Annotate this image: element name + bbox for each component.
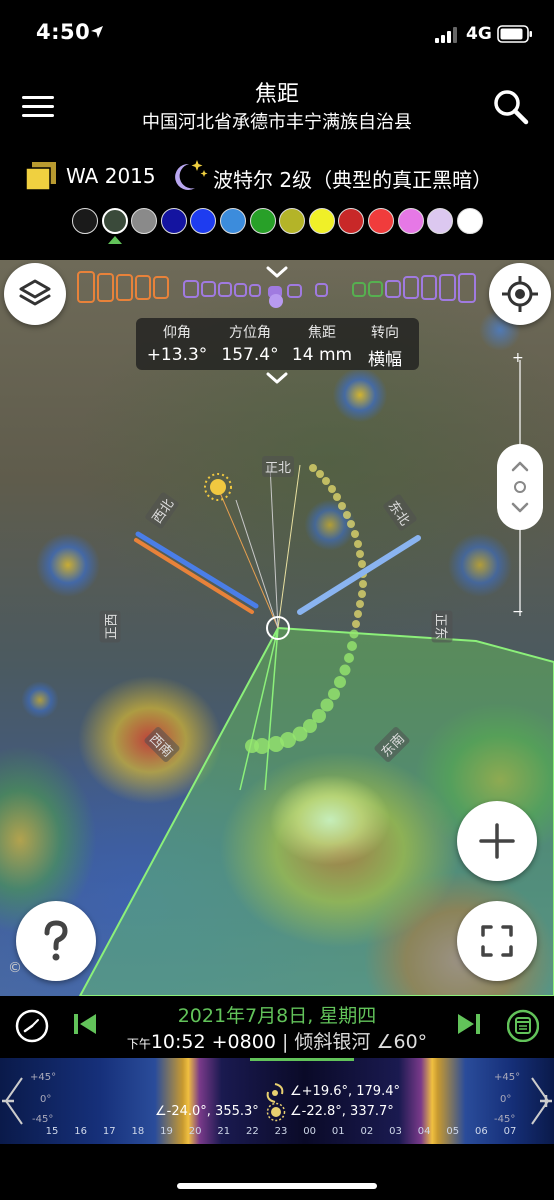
atlas-squares-icon[interactable] <box>26 162 58 192</box>
compass-west: 正西 <box>99 610 121 643</box>
galaxy-icon <box>266 1083 284 1103</box>
color-swatch-dark-gray[interactable] <box>101 208 128 234</box>
location-subtitle[interactable]: 中国河北省承德市丰宁满族自治县 <box>0 108 554 134</box>
timeline-hour-label: 07 <box>503 1126 517 1137</box>
question-icon <box>44 920 68 961</box>
timeline-hour-label: 06 <box>475 1126 488 1137</box>
color-swatch-white[interactable] <box>456 208 483 234</box>
location-arrow-icon <box>91 26 103 38</box>
search-icon[interactable] <box>492 88 530 126</box>
layers-button[interactable] <box>4 263 66 325</box>
color-swatch-lavender[interactable] <box>427 208 454 234</box>
timeline-hour-label: 01 <box>331 1126 345 1137</box>
timeline-current-marker <box>250 1058 354 1061</box>
timeline-hour-label: 16 <box>74 1126 87 1137</box>
timeline-strip[interactable]: +45° 0° -45° +45° 0° -45° ∠+19.6°, 179.4… <box>0 1058 554 1144</box>
selected-swatch-marker <box>108 236 122 244</box>
skip-forward-icon[interactable] <box>456 1012 482 1036</box>
timeline-left-mark-bot: -45° <box>32 1114 54 1125</box>
time-label: 10:52 +0800 <box>150 1031 276 1053</box>
color-swatch-pink[interactable] <box>397 208 424 234</box>
color-swatch-yellow[interactable] <box>308 208 335 234</box>
sky-overlay <box>78 464 554 996</box>
fullscreen-button[interactable] <box>457 901 537 981</box>
crosshair-icon <box>502 276 538 312</box>
timeline-left-mark-mid: 0° <box>40 1094 52 1105</box>
signal-icon <box>435 27 457 43</box>
layers-icon <box>19 279 51 306</box>
timeline-moon-reading: ∠-24.0°, 355.3° <box>155 1104 259 1119</box>
color-swatch-light-blue[interactable] <box>220 208 246 234</box>
timeline-hour-label: 20 <box>188 1126 202 1137</box>
zoom-track-plus: + <box>512 350 524 366</box>
slider-handle-icon <box>511 461 529 513</box>
timeline-right-mark-bot: -45° <box>494 1114 516 1125</box>
status-time: 4:50 <box>36 20 91 44</box>
color-swatch-navy[interactable] <box>160 208 187 234</box>
timeline-hour-label: 17 <box>102 1126 116 1137</box>
sun-icon <box>204 473 232 501</box>
help-button[interactable] <box>16 901 96 981</box>
timeline-hour-label: 15 <box>45 1126 59 1137</box>
calendar-icon[interactable] <box>507 1008 539 1042</box>
moon-stars-icon[interactable] <box>173 158 209 194</box>
home-indicator[interactable] <box>177 1183 377 1189</box>
plus-icon <box>479 823 515 859</box>
timeline-left-mark-top: +45° <box>30 1072 57 1083</box>
color-swatch-olive[interactable] <box>279 208 306 234</box>
network-type: 4G <box>466 24 492 44</box>
color-swatch-blue[interactable] <box>190 208 217 234</box>
header: 焦距 中国河北省承德市丰宁满族自治县 <box>0 68 554 148</box>
timeline-hour-label: 18 <box>131 1126 145 1137</box>
timeline-galaxy-reading: ∠+19.6°, 179.4° <box>290 1084 400 1099</box>
mode-label: | 倾斜银河 ∠60° <box>281 1031 428 1053</box>
timeline-hour-label: 21 <box>217 1126 231 1137</box>
color-swatch-green[interactable] <box>249 208 276 234</box>
timeline-hour-label: 19 <box>160 1126 173 1137</box>
ampm-label: 下午 <box>126 1037 151 1051</box>
light-pollution-filter-row: WA 2015 波特尔 2级（典型的真正黑暗） <box>26 158 536 198</box>
timeline-core-reading: ∠-22.8°, 337.7° <box>290 1104 394 1119</box>
color-swatch-gray[interactable] <box>131 208 158 234</box>
timeline-hour-label: 23 <box>274 1126 288 1137</box>
timeline-right-mark-mid: 0° <box>500 1094 512 1105</box>
timeline-hour-label: 22 <box>246 1126 259 1137</box>
timeline-right-mark-top: +45° <box>494 1072 521 1083</box>
color-swatch-red[interactable] <box>368 208 394 234</box>
timeline-hour-label: 02 <box>360 1126 374 1137</box>
map-attribution: © <box>8 960 22 976</box>
battery-icon <box>497 25 532 43</box>
bortle-scale-label[interactable]: 波特尔 2级（典型的真正黑暗） <box>213 164 492 193</box>
map-view[interactable]: 仰角 +13.3° 方位角 157.4° 焦距 14 mm 转向 横幅 正北 西… <box>0 260 554 996</box>
timeline-hour-label: 04 <box>417 1126 431 1137</box>
zoom-track-minus: − <box>512 604 524 620</box>
timeline-hour-label: 03 <box>389 1126 402 1137</box>
timeline-next-icon[interactable] <box>524 1074 554 1128</box>
fullscreen-icon <box>481 925 513 957</box>
compass-north: 正北 <box>262 456 295 477</box>
compass-east: 正东 <box>431 610 453 643</box>
time-control-bar: 2021年7月8日, 星期四 下午10:52 +0800 | 倾斜银河 ∠60° <box>0 996 554 1058</box>
timeline-hour-label: 05 <box>446 1126 460 1137</box>
zoom-in-button[interactable] <box>457 801 537 881</box>
page-title: 焦距 <box>254 82 299 107</box>
locate-button[interactable] <box>489 263 551 325</box>
color-swatch-black[interactable] <box>72 208 98 234</box>
color-swatch-dark-red[interactable] <box>338 208 365 234</box>
timeline-prev-icon[interactable] <box>0 1074 30 1128</box>
status-bar: 4:50 4G <box>0 0 554 68</box>
timeline-hours: 15 16 17 18 19 20 21 22 23 00 01 02 03 04 05 06 07 <box>0 1126 554 1142</box>
atlas-label[interactable]: WA 2015 <box>66 164 156 188</box>
sun-small-icon <box>266 1102 286 1122</box>
timeline-hour-label: 00 <box>303 1126 316 1137</box>
zoom-slider-handle[interactable] <box>497 444 543 530</box>
